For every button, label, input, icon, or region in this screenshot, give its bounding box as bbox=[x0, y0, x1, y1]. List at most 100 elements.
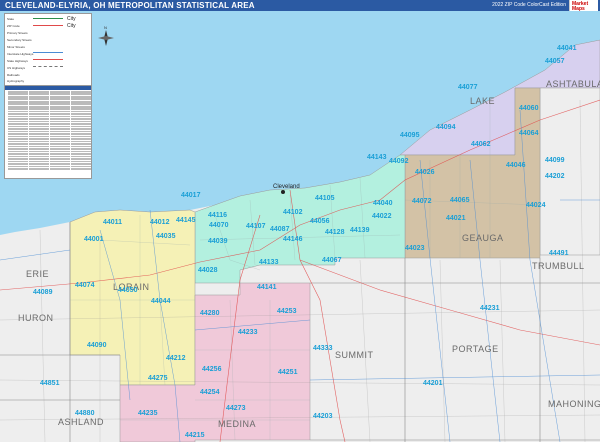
legend-item: Secondary Streets bbox=[7, 38, 32, 42]
zip-label: 44256 bbox=[202, 366, 222, 373]
zip-label: 44044 bbox=[151, 298, 171, 305]
title-bar: CLEVELAND-ELYRIA, OH METROPOLITAN STATIS… bbox=[0, 0, 600, 12]
zip-label: 44040 bbox=[373, 200, 393, 207]
zip-label: 44026 bbox=[415, 169, 435, 176]
zip-label: 44024 bbox=[526, 202, 546, 209]
zip-label: 44011 bbox=[103, 219, 122, 226]
zip-label: 44095 bbox=[400, 132, 420, 139]
zip-label: 44072 bbox=[412, 198, 432, 205]
legend-item: Interstate Highways bbox=[7, 52, 34, 56]
zip-label: 44065 bbox=[450, 197, 470, 204]
legend-item: State bbox=[7, 17, 15, 21]
county-label-huron: HURON bbox=[18, 313, 54, 323]
county-label-medina: MEDINA bbox=[218, 419, 256, 429]
zip-label: 44023 bbox=[405, 245, 425, 252]
legend-state-hwy-line bbox=[33, 59, 63, 60]
zip-label: 44060 bbox=[519, 105, 539, 112]
legend-zip-line bbox=[33, 25, 63, 26]
zip-label: 44143 bbox=[367, 154, 387, 161]
zip-label: 44046 bbox=[506, 162, 526, 169]
legend-item: Primary Streets bbox=[7, 31, 28, 35]
zip-label: 44064 bbox=[519, 130, 539, 137]
zip-label: 44035 bbox=[156, 233, 176, 240]
zip-label: 44280 bbox=[200, 310, 220, 317]
zip-label: 44333 bbox=[313, 345, 333, 352]
svg-text:N: N bbox=[104, 25, 107, 30]
legend-item: Hydrography bbox=[7, 79, 25, 83]
legend-item: State Highways bbox=[7, 59, 28, 63]
zip-label: 44102 bbox=[283, 209, 303, 216]
county-label-portage: PORTAGE bbox=[452, 344, 499, 354]
zip-label: 44128 bbox=[325, 229, 345, 236]
zip-label: 44070 bbox=[209, 222, 229, 229]
legend-us-hwy-line bbox=[33, 66, 63, 67]
legend-city-sample: City bbox=[67, 23, 76, 29]
county-label-trumbull: TRUMBULL bbox=[532, 261, 585, 271]
zip-label: 44273 bbox=[226, 405, 246, 412]
county-label-ashtabula: ASHTABULA bbox=[546, 79, 600, 89]
city-label-cleveland: Cleveland bbox=[273, 184, 300, 190]
zip-label: 44028 bbox=[198, 267, 218, 274]
legend-item: Minor Streets bbox=[7, 45, 25, 49]
zip-label: 44107 bbox=[246, 223, 266, 230]
legend-item: US Highways bbox=[7, 66, 26, 70]
zip-label: 44092 bbox=[389, 158, 409, 165]
logo: Market Maps bbox=[569, 0, 598, 12]
zip-label: 44012 bbox=[150, 219, 170, 226]
edition-label: 2022 ZIP Code ColorCast Edition bbox=[492, 2, 566, 8]
zip-label: 44021 bbox=[446, 215, 466, 222]
zip-label: 44074 bbox=[75, 282, 95, 289]
map-poster: CLEVELAND-ELYRIA, OH METROPOLITAN STATIS… bbox=[0, 0, 600, 442]
county-label-lake: LAKE bbox=[470, 96, 495, 106]
zip-label: 44001 bbox=[84, 236, 104, 243]
zip-label: 44090 bbox=[87, 342, 107, 349]
county-label-ashland: ASHLAND bbox=[58, 417, 104, 427]
zip-label: 44146 bbox=[283, 236, 303, 243]
zip-index-column bbox=[50, 91, 70, 171]
zip-label: 44201 bbox=[423, 380, 443, 387]
zip-label: 44251 bbox=[278, 369, 298, 376]
zip-label: 44275 bbox=[148, 375, 168, 382]
zip-label: 44254 bbox=[200, 389, 220, 396]
legend-city-sample: City bbox=[67, 16, 76, 22]
zip-label: 44087 bbox=[270, 226, 290, 233]
zip-label: 44057 bbox=[545, 58, 565, 65]
zip-label: 44215 bbox=[185, 432, 205, 439]
county-label-geauga: GEAUGA bbox=[462, 233, 504, 243]
zip-label: 44105 bbox=[315, 195, 335, 202]
zip-label: 44041 bbox=[557, 45, 577, 52]
county-label-summit: SUMMIT bbox=[335, 350, 374, 360]
zip-label: 44099 bbox=[545, 157, 565, 164]
legend-item: Railroads bbox=[7, 73, 20, 77]
ashtabula-region bbox=[539, 87, 600, 256]
map-legend: State ZIP Code Primary Streets Secondary… bbox=[4, 13, 92, 86]
zip-label: 44017 bbox=[181, 192, 201, 199]
zip-label: 44056 bbox=[310, 218, 330, 225]
zip-index-column bbox=[29, 91, 49, 171]
county-label-erie: ERIE bbox=[26, 269, 49, 279]
zip-label: 44067 bbox=[322, 257, 342, 264]
county-label-mahoning: MAHONING bbox=[548, 399, 600, 409]
map-title: CLEVELAND-ELYRIA, OH METROPOLITAN STATIS… bbox=[5, 1, 255, 10]
zip-label: 44077 bbox=[458, 84, 478, 91]
zip-index-column bbox=[71, 91, 91, 171]
zip-label: 44253 bbox=[277, 308, 297, 315]
zip-index-header bbox=[5, 86, 91, 90]
zip-label: 44880 bbox=[75, 410, 95, 417]
zip-label: 44233 bbox=[238, 329, 258, 336]
zip-label: 44203 bbox=[313, 413, 333, 420]
legend-item: ZIP Code bbox=[7, 24, 20, 28]
zip-label: 44851 bbox=[40, 380, 60, 387]
zip-label: 44145 bbox=[176, 217, 196, 224]
zip-label: 44212 bbox=[166, 355, 186, 362]
cleveland-marker bbox=[281, 190, 285, 194]
zip-label: 44202 bbox=[545, 173, 565, 180]
zip-label: 44094 bbox=[436, 124, 456, 131]
legend-state-line bbox=[33, 18, 63, 19]
zip-label: 44039 bbox=[208, 238, 228, 245]
legend-interstate-line bbox=[33, 52, 63, 53]
zip-label: 44116 bbox=[208, 212, 227, 219]
zip-label: 44139 bbox=[350, 227, 370, 234]
zip-label: 44235 bbox=[138, 410, 158, 417]
zip-label: 44050 bbox=[118, 287, 138, 294]
